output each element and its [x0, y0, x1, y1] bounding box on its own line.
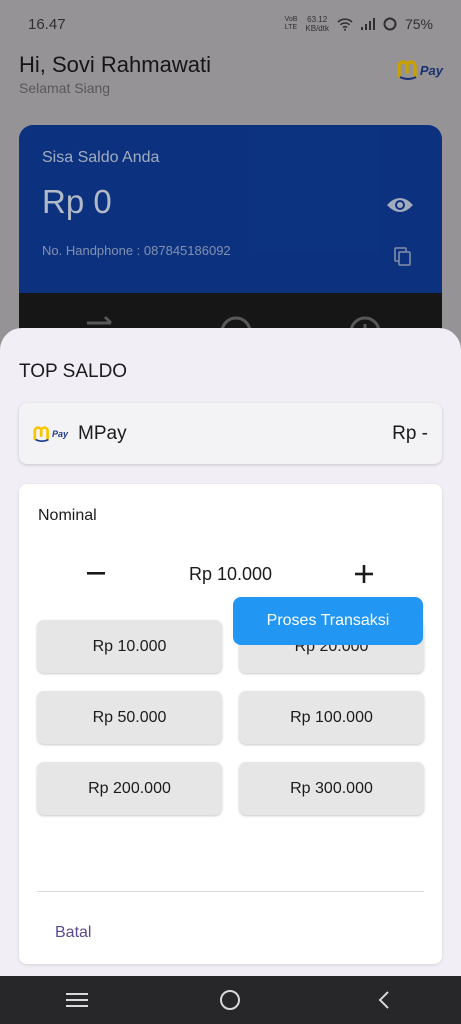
nominal-label: Nominal — [38, 507, 97, 524]
increase-button[interactable] — [347, 557, 381, 591]
recent-apps-button[interactable] — [47, 976, 107, 1024]
home-button[interactable] — [200, 976, 260, 1024]
nominal-options: Rp 10.000 Rp 20.000 Rp 50.000 Rp 100.000… — [37, 620, 424, 815]
mpay-logo-mark — [33, 425, 49, 442]
nominal-option[interactable]: Rp 200.000 — [37, 762, 222, 815]
back-icon — [378, 991, 389, 1009]
home-circle-icon — [220, 990, 241, 1010]
nominal-card: Nominal Rp 10.000 Rp 10.000 Rp 20.000 Rp… — [19, 484, 442, 964]
sheet-title: TOP SALDO — [19, 361, 128, 382]
wallet-balance: Rp - — [392, 422, 428, 444]
divider — [37, 891, 424, 892]
top-up-sheet: TOP SALDO Pay MPay Rp - Nominal Rp 10.00… — [0, 328, 461, 988]
cancel-button[interactable]: Batal — [55, 924, 91, 942]
nominal-option[interactable]: Rp 100.000 — [239, 691, 424, 744]
wallet-logo: Pay — [33, 425, 69, 442]
wallet-logo-text: Pay — [52, 428, 69, 439]
plus-icon — [355, 565, 373, 583]
wallet-name: MPay — [78, 422, 127, 444]
back-button[interactable] — [354, 976, 414, 1024]
system-nav-bar — [0, 976, 461, 1024]
nominal-option[interactable]: Rp 300.000 — [239, 762, 424, 815]
process-transaction-button[interactable]: Proses Transaksi — [233, 597, 423, 645]
menu-icon — [65, 993, 88, 1007]
wallet-selector[interactable]: Pay MPay Rp - — [19, 403, 442, 464]
nominal-option[interactable]: Rp 50.000 — [37, 691, 222, 744]
nominal-option[interactable]: Rp 10.000 — [37, 620, 222, 673]
